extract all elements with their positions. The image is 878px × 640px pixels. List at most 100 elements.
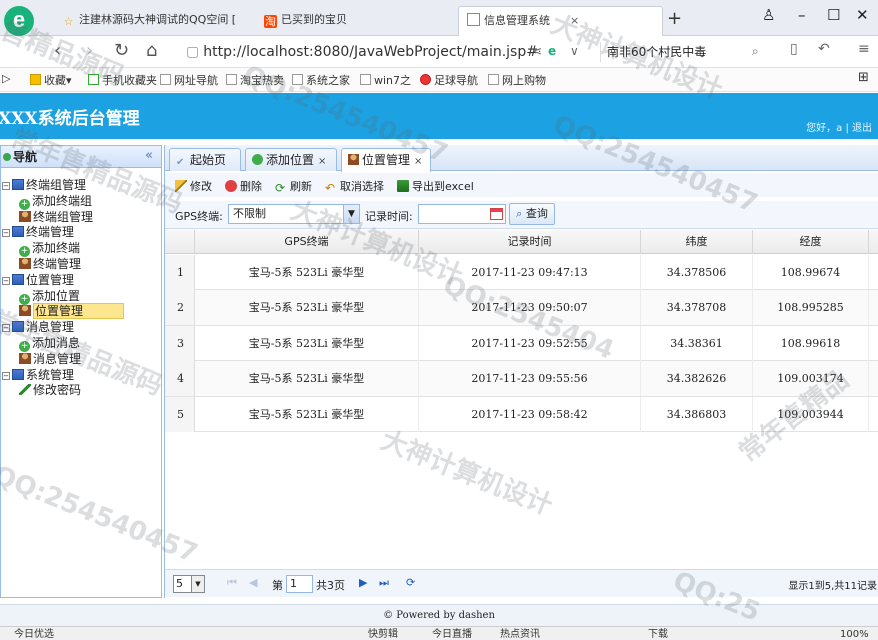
cancel-select-button[interactable]: ↶ 取消选择	[325, 178, 384, 194]
column-header-terminal[interactable]: GPS终端	[195, 230, 419, 254]
grid-apps-icon[interactable]: ⊞	[858, 70, 869, 85]
column-header-time[interactable]: 记录时间	[419, 230, 641, 254]
nav-group-location[interactable]: − 位置管理	[1, 273, 161, 289]
nav-group-terminal[interactable]: − 终端管理	[1, 225, 161, 241]
first-page-icon[interactable]: ⏮	[227, 576, 237, 590]
undo-icon: ↶	[325, 181, 336, 195]
bookmark-item[interactable]: 网址导航	[160, 72, 218, 88]
browser-tab-2[interactable]: 淘已买到的宝贝	[256, 6, 456, 36]
bookmark-item[interactable]: 收藏▾	[30, 72, 72, 88]
nav-item-location-manage[interactable]: 位置管理	[1, 303, 161, 320]
refresh-icon[interactable]: ⟳	[406, 576, 415, 589]
bookmark-item[interactable]: win7之	[360, 72, 411, 88]
filter-bar: GPS终端: 不限制 ▼ 记录时间: ⌕ 查询	[165, 201, 878, 229]
menu-icon[interactable]: ≡	[858, 41, 870, 57]
bookmark-item[interactable]: 网上购物	[488, 72, 546, 88]
tree-toggle-icon[interactable]: −	[2, 371, 10, 380]
close-window-icon[interactable]: ✕	[856, 6, 869, 24]
bookmark-toggle-icon[interactable]: ▷	[2, 72, 10, 85]
calendar-icon[interactable]	[490, 208, 503, 220]
search-icon: ⌕	[516, 207, 523, 220]
bookmark-item[interactable]: 淘宝热卖	[226, 72, 284, 88]
prev-page-icon[interactable]: ◀	[249, 576, 257, 589]
bookmark-item[interactable]: 足球导航	[420, 72, 478, 88]
chevron-down-icon[interactable]: ▼	[343, 205, 359, 223]
browser-tab-3[interactable]: 信息管理系统 ×	[458, 6, 663, 36]
refresh-button[interactable]: ⟳ 刷新	[275, 178, 312, 194]
welcome-logout[interactable]: 您好，a | 退出	[806, 119, 872, 134]
close-tab-icon[interactable]: ×	[414, 156, 422, 167]
close-tab-icon[interactable]: ×	[318, 156, 326, 167]
status-item[interactable]: 100%	[840, 628, 869, 640]
nav-group-terminal-group[interactable]: − 终端组管理	[1, 178, 161, 194]
tree-toggle-icon[interactable]: −	[2, 276, 10, 285]
table-row[interactable]: 3 宝马-5系 523Li 豪华型 2017-11-23 09:52:55 34.38…	[165, 325, 878, 362]
address-text: http://localhost:8080/JavaWebProject/mai…	[203, 44, 538, 60]
forward-icon[interactable]: ›	[86, 40, 93, 61]
tab-add-location[interactable]: 添加位置 ×	[245, 148, 337, 171]
chevron-down-icon[interactable]: ▼	[191, 576, 204, 592]
page-number-input[interactable]: 1	[286, 575, 313, 593]
edit-button[interactable]: 修改	[175, 178, 212, 194]
status-item[interactable]: 热点资讯	[500, 628, 540, 640]
undo-icon[interactable]: ↶	[818, 41, 830, 57]
share-icon[interactable]: ⋖	[532, 44, 542, 58]
close-tab-icon[interactable]: ×	[570, 14, 579, 27]
maximize-icon[interactable]: ☐	[827, 6, 840, 24]
table-row[interactable]: 5 宝马-5系 523Li 豪华型 2017-11-23 09:58:42 34.38…	[165, 396, 878, 432]
tab-home[interactable]: ✔ 起始页	[169, 148, 241, 171]
search-input[interactable]: 南非60个村民中毒	[600, 42, 772, 62]
delete-icon	[225, 180, 237, 192]
nav-item-terminal-manage[interactable]: 终端管理	[1, 257, 161, 273]
nav-group-message[interactable]: − 消息管理	[1, 320, 161, 336]
mobile-icon[interactable]: ▯	[790, 41, 798, 57]
home-icon[interactable]: ⌂	[146, 40, 157, 61]
table-row[interactable]: 4 宝马-5系 523Li 豪华型 2017-11-23 09:55:56 34.38…	[165, 361, 878, 397]
tree-toggle-icon[interactable]: −	[2, 324, 10, 333]
column-header-lat[interactable]: 纬度	[641, 230, 753, 254]
nav-item-add-terminal[interactable]: + 添加终端	[1, 241, 161, 258]
main-panel: ✔ 起始页 添加位置 × 位置管理 × 修改 删除 ⟳ 刷新 ↶ 取消选择 导出到exce…	[164, 145, 878, 598]
tab-location-manage[interactable]: 位置管理 ×	[341, 148, 431, 172]
reload-icon[interactable]: ↻	[114, 40, 129, 61]
query-button[interactable]: ⌕ 查询	[509, 203, 555, 225]
nav-item-message-manage[interactable]: 消息管理	[1, 352, 161, 368]
gps-terminal-select[interactable]: 不限制 ▼	[228, 204, 360, 224]
status-item[interactable]: 今日直播	[432, 628, 472, 640]
app-title: XXX系统后台管理	[0, 109, 140, 129]
row-number-header	[165, 230, 195, 254]
record-time-input[interactable]	[418, 204, 506, 224]
new-tab-icon[interactable]: +	[667, 8, 682, 29]
engine-icon[interactable]: e	[548, 44, 556, 58]
status-item[interactable]: 快剪辑	[368, 628, 398, 640]
search-icon[interactable]: ⌕	[752, 44, 759, 59]
table-row[interactable]: 2 宝马-5系 523Li 豪华型 2017-11-23 09:50:07 34.37…	[165, 290, 878, 326]
nav-item-add-terminal-group[interactable]: + 添加终端组	[1, 194, 161, 210]
bookmark-item[interactable]: 手机收藏夹	[88, 72, 157, 88]
table-row[interactable]: 1 宝马-5系 523Li 豪华型 2017-11-23 09:47:13 34.37…	[165, 255, 878, 291]
column-header-lng[interactable]: 经度	[753, 230, 869, 254]
export-button[interactable]: 导出到excel	[397, 178, 474, 194]
delete-button[interactable]: 删除	[225, 178, 262, 194]
minimize-icon[interactable]: –	[798, 6, 806, 24]
page-size-select[interactable]: 5 ▼	[173, 575, 205, 593]
nav-group-system[interactable]: − 系统管理	[1, 368, 161, 384]
status-item[interactable]: 今日优选	[14, 628, 54, 640]
collapse-icon[interactable]: «	[145, 148, 153, 163]
nav-item-change-password[interactable]: 修改密码	[1, 383, 161, 399]
skin-icon[interactable]: ♙	[762, 6, 775, 24]
tree-toggle-icon[interactable]: −	[2, 182, 10, 190]
back-icon[interactable]: ‹	[54, 40, 61, 61]
status-item[interactable]: 下载	[648, 628, 668, 640]
browser-tab-1[interactable]: ☆ 注建林源码大神调试的QQ空间 [	[54, 6, 254, 36]
dropdown-icon[interactable]: ∨	[570, 44, 579, 58]
last-page-icon[interactable]: ⏭	[379, 576, 389, 590]
nav-item-add-message[interactable]: + 添加消息	[1, 336, 161, 352]
bookmark-item[interactable]: 系统之家	[292, 72, 350, 88]
tree-toggle-icon[interactable]: −	[2, 229, 10, 238]
nav-item-add-location[interactable]: + 添加位置	[1, 289, 161, 305]
nav-group-label: 位置管理	[26, 272, 75, 287]
nav-item-terminal-group-manage[interactable]: 终端组管理	[1, 210, 161, 226]
panel-tabs: ✔ 起始页 添加位置 × 位置管理 ×	[165, 145, 878, 172]
next-page-icon[interactable]: ▶	[359, 576, 367, 589]
